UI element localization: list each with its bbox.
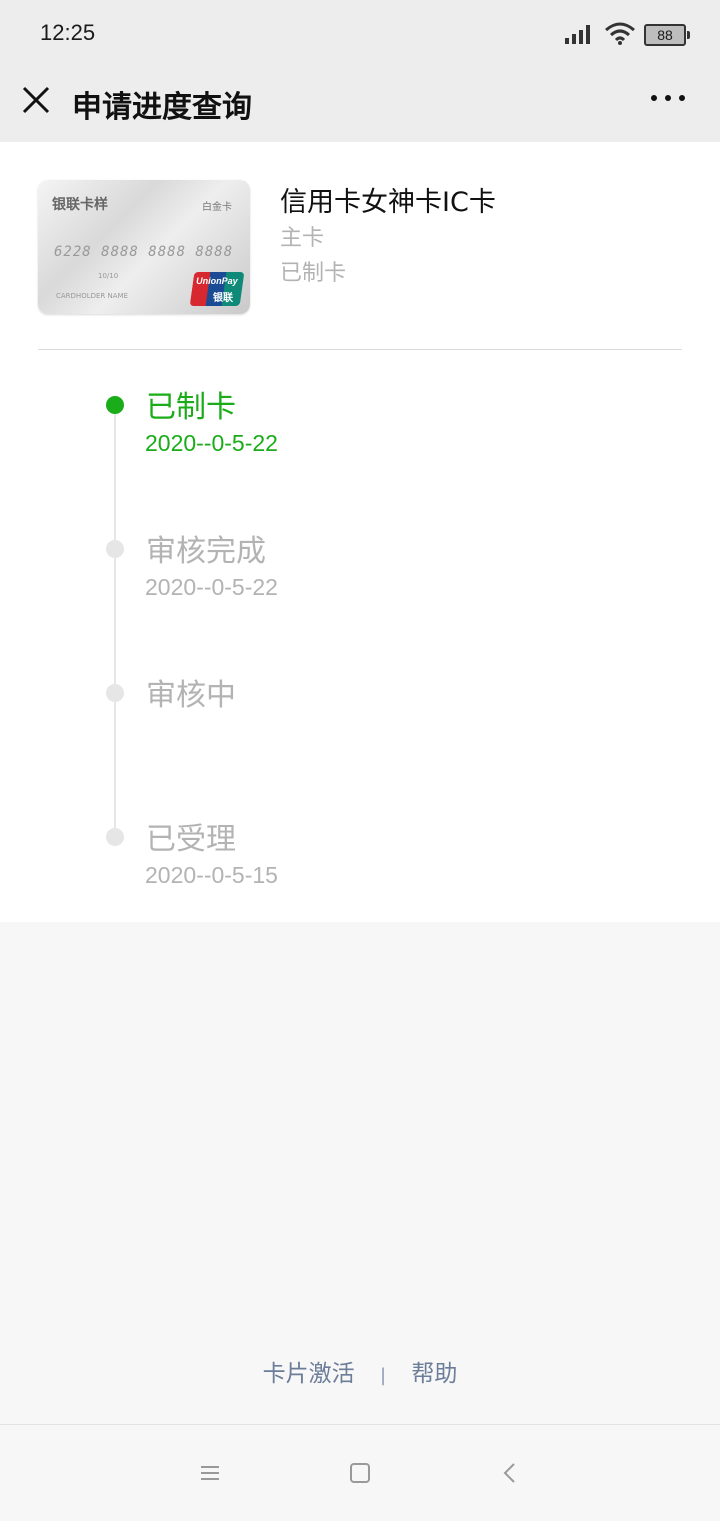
card-bank-label: 银联卡样 — [52, 197, 108, 213]
home-icon[interactable] — [348, 1461, 372, 1485]
status-time: 12:25 — [40, 20, 96, 45]
wifi-icon — [605, 22, 635, 45]
card-image: 银联卡样 白金卡 6228 8888 8888 8888 10/10 CARDH… — [38, 180, 250, 314]
page-title: 申请进度查询 — [72, 90, 252, 125]
footer-separator: | — [379, 1365, 387, 1386]
step-date: 2020--0-5-22 — [145, 574, 278, 600]
signal-icon — [565, 25, 590, 44]
unionpay-logo: UnionPay 银联 — [189, 272, 245, 306]
unionpay-text: UnionPay — [196, 276, 238, 286]
system-nav-bar — [0, 1424, 720, 1521]
step-label: 审核中 — [146, 678, 236, 713]
card-activate-link[interactable]: 卡片激活 — [263, 1354, 355, 1388]
card-name: 信用卡女神卡IC卡 — [280, 187, 496, 218]
card-status: 已制卡 — [280, 261, 347, 286]
card-type: 主卡 — [280, 226, 325, 251]
battery-icon: 88 — [644, 24, 690, 46]
close-icon[interactable] — [20, 84, 52, 116]
nav-bar: 申请进度查询 — [0, 70, 720, 142]
menu-icon[interactable] — [198, 1461, 222, 1485]
step-label: 已制卡 — [146, 390, 236, 425]
card-tier-label: 白金卡 — [202, 202, 232, 213]
timeline-dot — [106, 684, 124, 702]
status-bar: 12:25 88 — [0, 0, 720, 70]
step-date: 2020--0-5-15 — [145, 862, 278, 888]
timeline-dot — [106, 828, 124, 846]
back-icon[interactable] — [498, 1461, 522, 1485]
unionpay-cn: 银联 — [212, 293, 233, 304]
card-number: 6228 8888 8888 8888 — [54, 244, 234, 260]
footer-links: 卡片激活 | 帮助 — [0, 1354, 720, 1388]
timeline-dot — [106, 396, 124, 414]
timeline-dot — [106, 540, 124, 558]
progress-panel: 银联卡样 白金卡 6228 8888 8888 8888 10/10 CARDH… — [0, 142, 720, 922]
divider — [38, 349, 682, 350]
help-link[interactable]: 帮助 — [411, 1354, 457, 1388]
timeline-line — [114, 404, 116, 836]
step-date: 2020--0-5-22 — [145, 430, 278, 456]
step-label: 已受理 — [146, 822, 236, 857]
card-holder: CARDHOLDER NAME — [56, 292, 128, 300]
card-valid: 10/10 — [98, 272, 119, 280]
more-icon[interactable] — [648, 82, 688, 114]
step-label: 审核完成 — [146, 534, 266, 569]
